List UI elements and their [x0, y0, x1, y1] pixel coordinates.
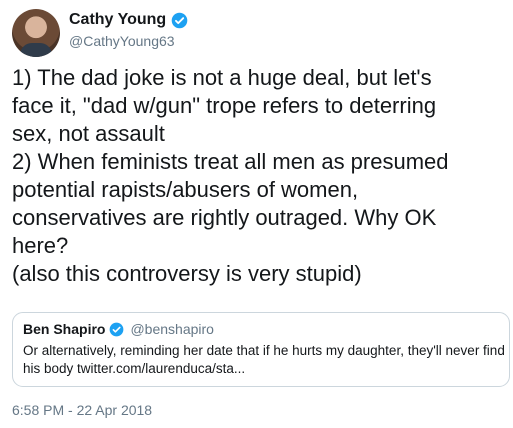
author-block[interactable]: Cathy Young @CathyYoung63	[69, 11, 188, 49]
verified-badge-icon	[171, 12, 188, 28]
tweet-text-line: potential rapists/abusers of women,	[12, 177, 359, 202]
tweet-text-line: face it, "dad w/gun" trope refers to det…	[12, 93, 437, 118]
timestamp[interactable]: 6:58 PM - 22 Apr 2018	[12, 402, 152, 418]
quoted-text-line: Or alternatively, reminding her date tha…	[23, 343, 505, 358]
avatar[interactable]	[12, 9, 60, 57]
avatar-shirt	[20, 43, 52, 57]
quoted-author-row: Ben Shapiro @benshapiro	[23, 321, 499, 337]
quoted-text-line: his body twitter.com/laurenduca/sta...	[23, 361, 246, 376]
tweet-text-line: here?	[12, 233, 69, 258]
quoted-handle: @benshapiro	[130, 321, 214, 337]
quoted-display-name: Ben Shapiro	[23, 321, 106, 337]
tweet-text-line: 2) When feminists treat all men as presu…	[12, 149, 449, 174]
quoted-text: Or alternatively, reminding her date tha…	[23, 342, 505, 378]
tweet-text: 1) The dad joke is not a huge deal, but …	[12, 64, 507, 288]
display-name[interactable]: Cathy Young	[69, 11, 166, 29]
tweet-text-line: (also this controversy is very stupid)	[12, 261, 362, 286]
tweet-card: Cathy Young @CathyYoung63 1) The dad jok…	[0, 0, 513, 428]
handle[interactable]: @CathyYoung63	[69, 33, 188, 49]
verified-badge-icon	[110, 322, 124, 336]
tweet-text-line: 1) The dad joke is not a huge deal, but …	[12, 65, 432, 90]
tweet-text-line: sex, not assault	[12, 121, 165, 146]
tweet-text-line: conservatives are rightly outraged. Why …	[12, 205, 437, 230]
name-row: Cathy Young	[69, 11, 188, 29]
quoted-tweet[interactable]: Ben Shapiro @benshapiro Or alternatively…	[12, 312, 510, 387]
